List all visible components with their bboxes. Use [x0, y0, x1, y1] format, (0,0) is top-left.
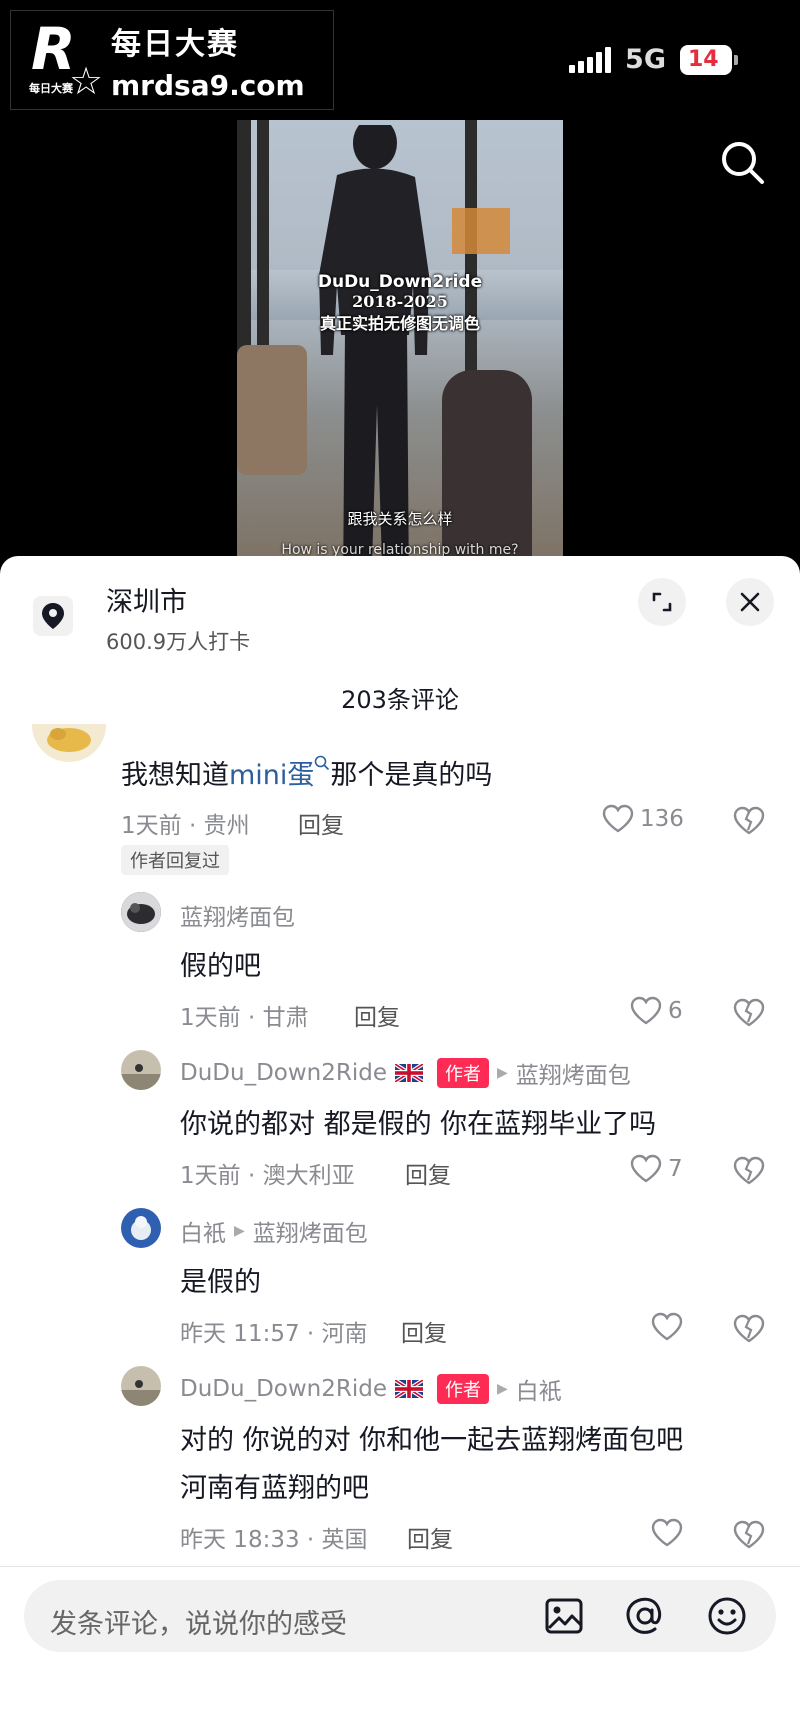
watermark: R 每日大赛 ☆ 每日大赛 mrdsa9.com [10, 10, 334, 110]
avatar[interactable] [121, 1366, 161, 1406]
broken-heart-icon [733, 806, 765, 835]
dislike-button[interactable] [733, 1314, 765, 1348]
comment-text: 你说的都对 都是假的 你在蓝翔毕业了吗 [180, 1109, 657, 1140]
uk-flag-icon [395, 1380, 423, 1398]
reply-button[interactable]: 回复 [401, 1314, 447, 1348]
like-count: 136 [640, 806, 684, 832]
comment-item: 我想知道mini蛋 那个是真的吗 1天前 · 贵州 回复 136 [0, 724, 800, 886]
divider [0, 1566, 800, 1567]
watermark-logo: R 每日大赛 ☆ [29, 15, 104, 103]
search-icon[interactable] [718, 138, 768, 188]
battery-icon: 14 [680, 44, 738, 75]
heart-icon [651, 1518, 683, 1547]
emoji-icon[interactable] [705, 1594, 749, 1638]
comment-meta: 昨天 18:33 · 英国 [180, 1527, 368, 1553]
video-caption-note: 真正实拍无修图无调色 [319, 314, 480, 333]
avatar[interactable] [32, 724, 106, 762]
reply-button[interactable]: 回复 [354, 998, 400, 1032]
video-caption-name: DuDu_Down2ride [317, 272, 483, 292]
like-count: 6 [668, 998, 683, 1024]
battery-level: 14 [688, 47, 719, 72]
comment-item: DuDu_Down2Ride 作者 ▶ 白衹 对的 你说的对 你和他一起去蓝翔烤… [0, 1366, 800, 1566]
comment-text: 是假的 [180, 1267, 261, 1298]
location-header[interactable]: 深圳市 600.9万人打卡 [0, 556, 800, 656]
location-pin-icon [33, 596, 73, 636]
status-bar: 5G 14 [569, 44, 738, 75]
comment-count: 203条评论 [341, 686, 459, 714]
like-count: 7 [668, 1156, 683, 1182]
comment-sheet: 深圳市 600.9万人打卡 203条评论 我想知道mini蛋 那个是真的吗 1天… [0, 556, 800, 1736]
broken-heart-icon [733, 1314, 765, 1343]
uk-flag-icon [395, 1064, 423, 1082]
dislike-button[interactable] [733, 806, 765, 840]
reply-to-user[interactable]: 白衹 [516, 1372, 562, 1406]
comment-meta: 1天前 · 甘肃 [180, 1005, 309, 1031]
comment-username[interactable]: DuDu_Down2Ride 作者 ▶ 白衹 [180, 1372, 562, 1406]
author-tag: 作者 [437, 1058, 489, 1088]
heart-icon [630, 996, 662, 1025]
video-caption-years: 2018-2025 [352, 292, 448, 311]
comment-text: 假的吧 [180, 951, 261, 982]
location-name[interactable]: 深圳市 [106, 580, 187, 619]
video-frame[interactable]: DuDu_Down2ride 2018-2025 真正实拍无修图无调色 跟我关系… [237, 120, 563, 580]
broken-heart-icon [733, 998, 765, 1027]
dislike-button[interactable] [733, 998, 765, 1032]
comment-username[interactable]: 蓝翔烤面包 [180, 898, 295, 932]
like-button[interactable]: 7 [630, 1154, 683, 1184]
avatar[interactable] [121, 1208, 161, 1248]
expand-icon[interactable] [638, 578, 686, 626]
video-area[interactable]: R 每日大赛 ☆ 每日大赛 mrdsa9.com 5G 14 DuDu_Down… [0, 0, 800, 580]
watermark-url: mrdsa9.com [111, 68, 305, 102]
heart-icon [630, 1154, 662, 1183]
comment-text-line2: 河南有蓝翔的吧 [180, 1473, 369, 1504]
dislike-button[interactable] [733, 1156, 765, 1190]
comment-item: 蓝翔烤面包 假的吧 1天前 · 甘肃 回复 6 [0, 892, 800, 1042]
image-icon[interactable] [542, 1594, 586, 1638]
comment-text: 我想知道mini蛋 那个是真的吗 [121, 753, 492, 792]
close-icon[interactable] [726, 578, 774, 626]
search-icon[interactable] [314, 755, 330, 771]
heart-icon [602, 804, 634, 833]
like-button[interactable] [651, 1312, 689, 1342]
like-button[interactable]: 136 [602, 804, 684, 834]
comment-item: 白衹 ▶ 蓝翔烤面包 是假的 昨天 11:57 · 河南 回复 [0, 1208, 800, 1358]
reply-arrow-icon: ▶ [497, 1065, 508, 1081]
author-replied-badge: 作者回复过 [121, 845, 229, 875]
video-subtitle-cn: 跟我关系怎么样 [347, 510, 453, 528]
comment-item: DuDu_Down2Ride 作者 ▶ 蓝翔烤面包 你说的都对 都是假的 你在蓝… [0, 1050, 800, 1200]
watermark-title: 每日大赛 [111, 26, 239, 62]
dislike-button[interactable] [733, 1520, 765, 1554]
avatar[interactable] [121, 1050, 161, 1090]
broken-heart-icon [733, 1156, 765, 1185]
reply-button[interactable]: 回复 [407, 1520, 453, 1554]
comment-meta: 1天前 · 澳大利亚 [180, 1163, 355, 1189]
comment-input-bar[interactable]: 发条评论，说说你的感受 [24, 1580, 776, 1652]
comment-meta: 昨天 11:57 · 河南 [180, 1321, 368, 1347]
reply-to-user[interactable]: 蓝翔烤面包 [253, 1214, 368, 1248]
location-checkins: 600.9万人打卡 [106, 630, 251, 654]
at-mention-icon[interactable] [623, 1594, 667, 1638]
broken-heart-icon [733, 1520, 765, 1549]
comment-input[interactable]: 发条评论，说说你的感受 [50, 1602, 347, 1641]
network-type: 5G [625, 44, 666, 75]
comment-meta: 1天前 · 贵州 [121, 813, 250, 839]
comment-username[interactable]: 白衹 ▶ 蓝翔烤面包 [180, 1214, 368, 1248]
avatar[interactable] [121, 892, 161, 932]
author-tag: 作者 [437, 1374, 489, 1404]
like-button[interactable] [651, 1518, 689, 1548]
reply-arrow-icon: ▶ [234, 1223, 245, 1239]
reply-arrow-icon: ▶ [497, 1381, 508, 1397]
mention-link[interactable]: mini蛋 [229, 760, 314, 791]
reply-button[interactable]: 回复 [298, 806, 344, 840]
heart-icon [651, 1312, 683, 1341]
signal-icon [569, 46, 612, 73]
comment-text-line1: 对的 你说的对 你和他一起去蓝翔烤面包吧 [180, 1425, 684, 1456]
reply-to-user[interactable]: 蓝翔烤面包 [516, 1056, 631, 1090]
comment-username[interactable]: DuDu_Down2Ride 作者 ▶ 蓝翔烤面包 [180, 1056, 631, 1090]
like-button[interactable]: 6 [630, 996, 683, 1026]
reply-button[interactable]: 回复 [405, 1156, 451, 1190]
